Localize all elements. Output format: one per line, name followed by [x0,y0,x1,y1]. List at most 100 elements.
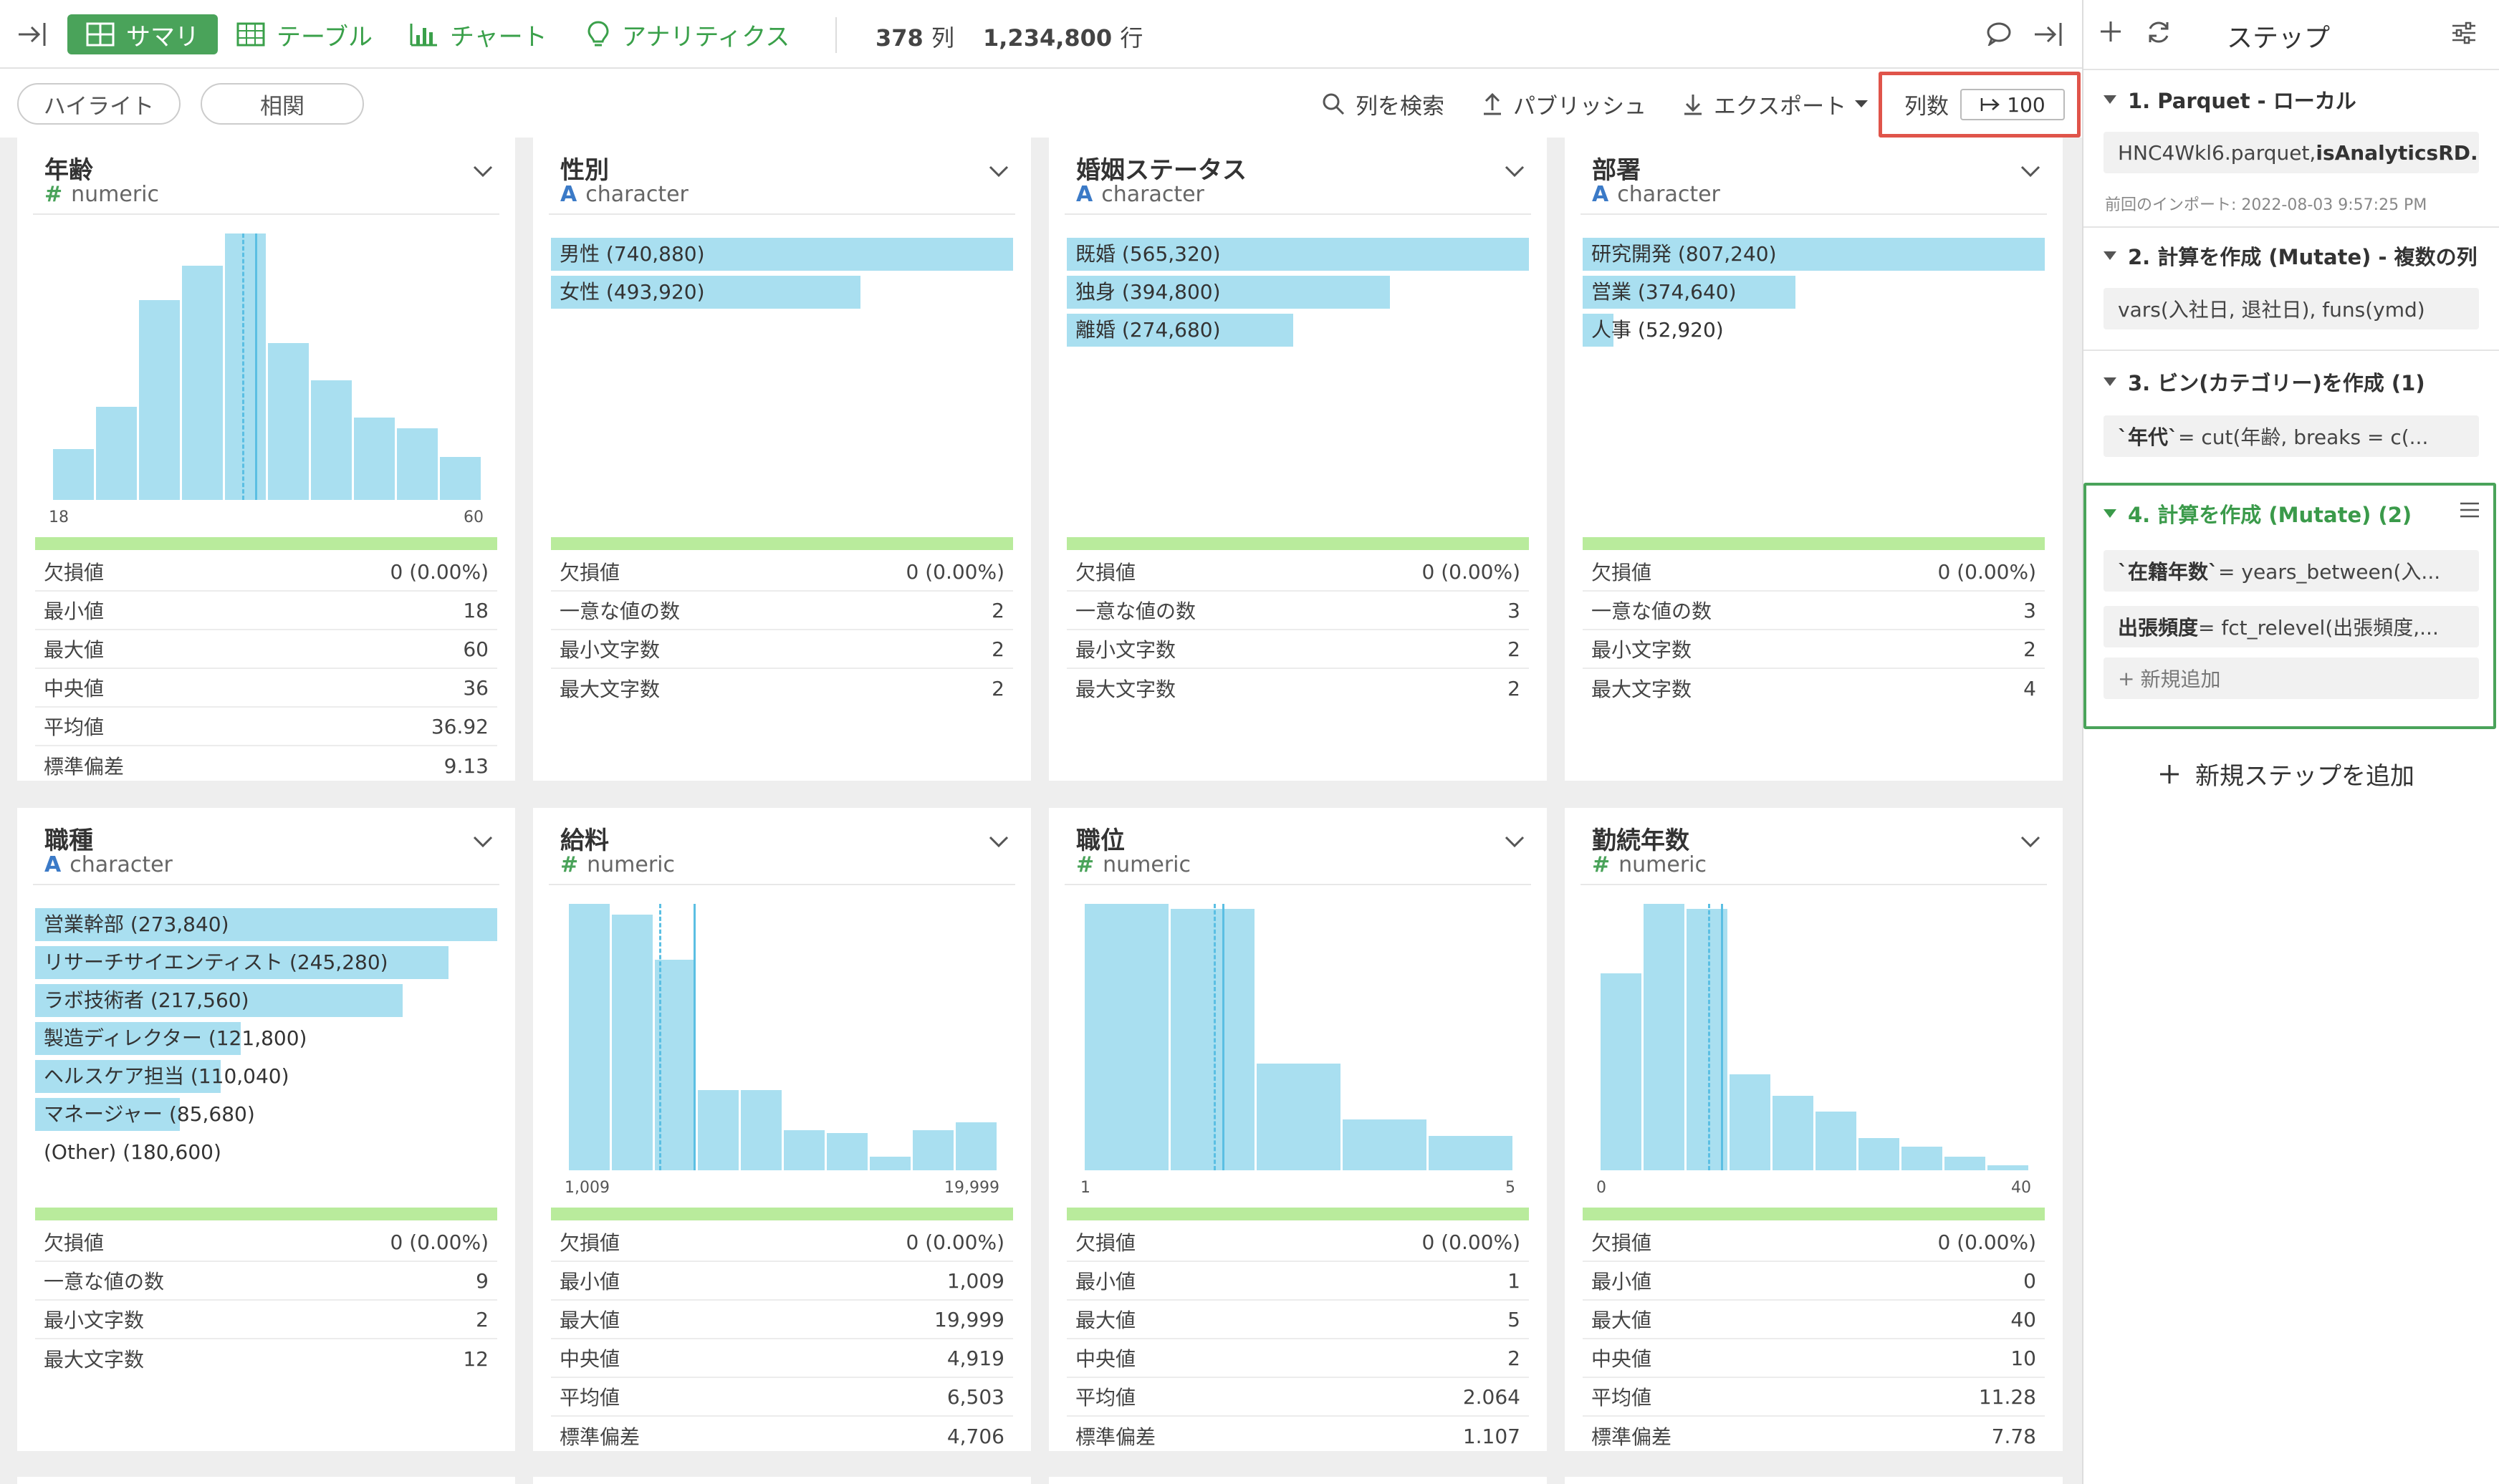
tab-table[interactable]: テーブル [236,14,373,54]
step-4-header[interactable]: 4. 計算を作成 (Mutate) (2) [2104,498,2412,529]
step-3-detail-bold: `年代` [2118,425,2179,449]
histogram-bar [1429,1136,1512,1170]
export-label: エクスポート [1714,93,1847,120]
step-3-detail[interactable]: `年代` = cut(年齢, breaks = c(... [2104,415,2479,457]
step-4-detail-2-bold: 出張頻度 [2118,616,2199,640]
valid-values-bar [551,1208,1013,1220]
card-header-divider [549,884,1015,885]
stat-label: 最大値 [560,1309,620,1332]
search-columns-button[interactable]: 列を検索 [1321,86,1444,122]
stat-label: 中央値 [1591,1347,1652,1371]
column-type-icon: # [1592,852,1611,877]
step-4-detail-2[interactable]: 出張頻度 = fct_relevel(出張頻度,... [2104,606,2479,647]
column-type: # numeric [1076,852,1191,877]
median-line [242,233,244,500]
valid-values-bar [1583,1208,2045,1220]
step-1-detail[interactable]: HNC4Wkl6.parquet, isAnalyticsRD... [2104,132,2479,173]
bar-chart-icon [410,24,437,47]
mean-line [1222,904,1224,1170]
add-new-button[interactable]: + 新規追加 [2104,657,2479,699]
stat-row: 最大値 5 [1067,1301,1529,1339]
tab-analytics[interactable]: アナリティクス [586,14,790,54]
chevron-down-icon[interactable] [472,835,494,851]
step-1-header[interactable]: 1. Parquet - ローカル [2104,85,2356,115]
stat-row: 最小値 1 [1067,1262,1529,1301]
histogram-bar [956,1122,997,1170]
add-icon[interactable] [2098,19,2124,47]
median-line [1708,904,1710,1170]
column-type-label: character [1617,182,1720,207]
publish-button[interactable]: パブリッシュ [1482,86,1646,122]
add-new-label: 新規追加 [2140,668,2221,691]
step-2-detail[interactable]: vars(入社日, 退社日), funs(ymd) [2104,288,2479,329]
category-label: 男性 (740,880) [560,242,705,266]
category-label: (Other) (180,600) [44,1140,221,1164]
stat-row: 欠損値 0 (0.00%) [1583,553,2045,592]
category-label: 営業幹部 (273,840) [44,912,229,936]
settings-sliders-icon[interactable] [2450,20,2478,49]
category-label: 離婚 (274,680) [1075,318,1221,342]
chevron-down-icon[interactable] [988,835,1009,851]
collapse-left-icon[interactable] [16,20,47,52]
column-type-icon: # [560,852,579,877]
chevron-down-icon[interactable] [1504,835,1525,851]
step-3-header[interactable]: 3. ビン(カテゴリー)を作成 (1) [2104,367,2425,397]
histogram-bar [1257,1064,1340,1170]
menu-icon[interactable] [2459,500,2480,523]
add-step-button[interactable]: 新規ステップを追加 [2158,756,2414,791]
stat-label: 最大値 [1075,1309,1136,1332]
stat-row: 最小値 0 [1583,1262,2045,1301]
stat-value: 11.28 [1978,1384,2036,1409]
category-label: 研究開発 (807,240) [1591,242,1777,266]
valid-values-bar [35,537,497,550]
axis-max-label: 5 [1505,1179,1515,1197]
tab-summary[interactable]: サマリ [67,14,218,54]
histogram-bar [440,457,481,500]
column-summary-card: 部署 Acharacter 研究開発 (807,240) 営業 (374,640) 人事… [1565,138,2063,781]
histogram-bar [268,343,309,500]
histogram-bar [698,1090,739,1170]
stat-label: 一意な値の数 [1075,599,1196,623]
collapse-right-icon[interactable] [2032,20,2063,52]
valid-values-bar [1067,1208,1529,1220]
correlation-button[interactable]: 相関 [201,83,364,125]
stat-value: 2 [992,598,1004,622]
tab-chart[interactable]: チャート [410,14,547,54]
step-4-detail-1[interactable]: `在籍年数` = years_between(入... [2104,550,2479,592]
stat-row: 欠損値 0 (0.00%) [551,1223,1013,1262]
stat-label: 最大文字数 [560,678,661,701]
stat-row: 平均値 2.064 [1067,1378,1529,1417]
grid-icon [86,22,115,47]
stat-value: 10 [2010,1346,2036,1370]
column-type-icon: # [1076,852,1095,877]
stat-value: 2 [2023,637,2036,661]
column-type-icon: # [44,182,63,207]
chevron-down-icon[interactable] [988,165,1009,180]
comment-icon[interactable] [1986,21,2012,49]
card-header-divider [33,884,499,885]
stat-value: 1,009 [946,1268,1004,1293]
histogram-bar [1085,904,1169,1170]
step-2-header[interactable]: 2. 計算を作成 (Mutate) - 複数の列 [2104,241,2478,271]
highlight-button[interactable]: ハイライト [17,83,181,125]
columns-count: 378 列 [876,20,954,53]
stat-label: 最小文字数 [1591,638,1692,662]
step-2-detail-plain: vars(入社日, 退社日), funs(ymd) [2118,298,2425,322]
refresh-icon[interactable] [2145,19,2172,49]
stat-label: 標準偏差 [1075,1425,1156,1449]
column-summary-card: 性別 Acharacter 男性 (740,880) 女性 (493,920) 欠損値 0… [533,138,1031,781]
stat-row: 最大文字数 2 [1067,669,1529,708]
chevron-down-icon[interactable] [472,165,494,180]
column-count-input[interactable]: 100 [1960,89,2065,120]
export-button[interactable]: エクスポート [1682,86,1869,122]
stat-label: 一意な値の数 [1591,599,1712,623]
stat-value: 36 [463,675,489,700]
chevron-down-icon[interactable] [2020,165,2041,180]
chevron-down-icon[interactable] [1504,165,1525,180]
stat-label: 最小値 [1591,1270,1652,1293]
stat-value: 4 [2023,676,2036,700]
toolbar-divider [835,17,837,53]
chevron-down-icon[interactable] [2020,835,2041,851]
stat-row: 一意な値の数 3 [1583,592,2045,630]
tab-table-label: テーブル [277,22,373,52]
